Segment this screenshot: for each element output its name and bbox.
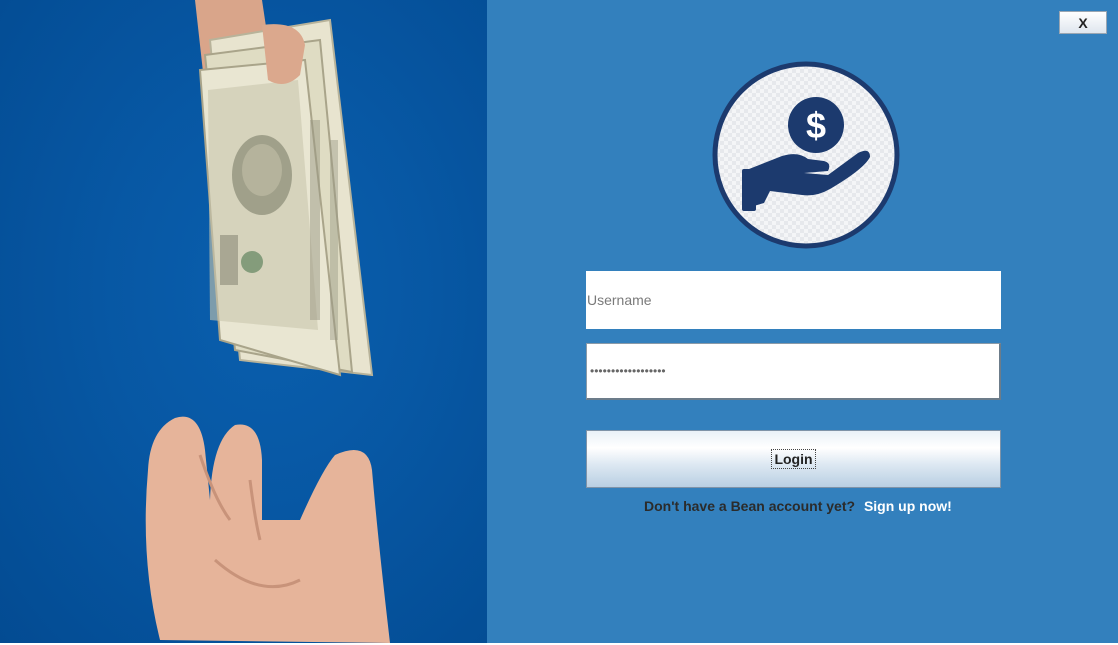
- login-button[interactable]: Login: [586, 430, 1001, 488]
- signup-link[interactable]: Sign up now!: [864, 498, 952, 514]
- lower-hand: [145, 416, 390, 643]
- hand-holding-dollar-icon: $: [712, 61, 900, 249]
- hero-image-panel: [0, 0, 487, 643]
- upper-fingers: [262, 24, 305, 85]
- login-window: X $ Login Don't have a Bean account yet?…: [0, 0, 1118, 643]
- money-handoff-illustration: [145, 0, 390, 643]
- username-input[interactable]: [586, 271, 1001, 329]
- signup-prompt: Don't have a Bean account yet?: [644, 498, 856, 514]
- logo-dollar-symbol: $: [806, 105, 826, 146]
- close-label: X: [1078, 14, 1088, 31]
- login-button-label: Login: [771, 449, 816, 469]
- close-button[interactable]: X: [1059, 11, 1107, 34]
- signup-row: Don't have a Bean account yet? Sign up n…: [644, 498, 952, 516]
- password-input[interactable]: [586, 343, 1001, 400]
